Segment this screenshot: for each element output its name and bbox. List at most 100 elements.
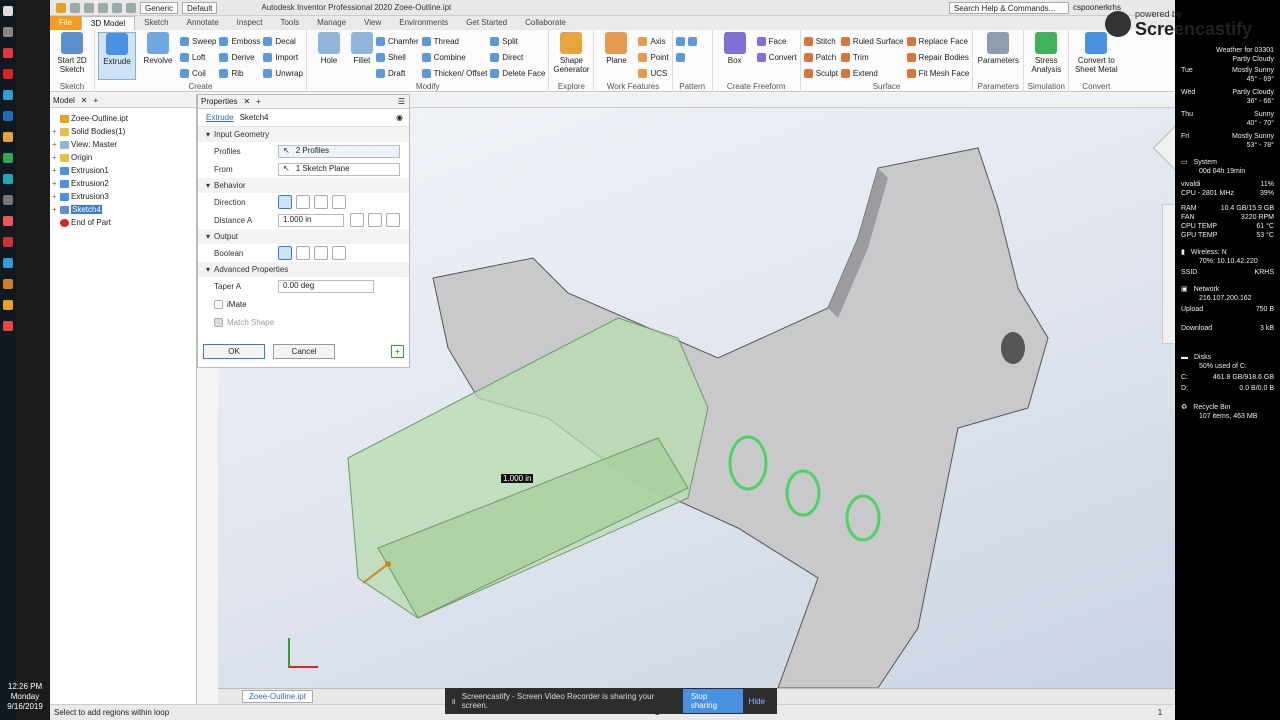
tree-node-solid-bodies[interactable]: + Solid Bodies(1): [52, 125, 196, 138]
tree-node-extrusion3[interactable]: + Extrusion3: [52, 190, 196, 203]
derive-button[interactable]: Derive: [219, 50, 260, 64]
distance-a-input[interactable]: 1.000 in: [278, 213, 344, 227]
help-search-input[interactable]: Search Help & Commands...: [948, 1, 1069, 14]
app-icon[interactable]: [3, 174, 13, 184]
extend-button[interactable]: Extend: [840, 66, 904, 80]
tab-inspect[interactable]: Inspect: [228, 16, 272, 30]
tab-manage[interactable]: Manage: [308, 16, 355, 30]
tab-tools[interactable]: Tools: [271, 16, 308, 30]
loft-button[interactable]: Loft: [180, 50, 216, 64]
add-icon[interactable]: +: [391, 345, 404, 358]
taper-a-input[interactable]: 0.00 deg: [278, 279, 374, 293]
match-shape-checkbox[interactable]: [214, 317, 223, 327]
fit-mesh-face-button[interactable]: Fit Mesh Face: [906, 66, 969, 80]
start-sketch-button[interactable]: Start 2D Sketch: [53, 32, 91, 80]
tab-collaborate[interactable]: Collaborate: [516, 16, 575, 30]
patch-button[interactable]: Patch: [803, 50, 838, 64]
chamfer-button[interactable]: Chamfer: [375, 34, 419, 48]
coil-button[interactable]: Coil: [180, 66, 216, 80]
chrome-icon[interactable]: [3, 321, 13, 331]
properties-tab[interactable]: Properties: [201, 97, 237, 106]
doc-tab-zoee-outline[interactable]: Zoee-Outline.ipt: [242, 690, 313, 703]
app-icon[interactable]: [3, 48, 13, 58]
repair-bodies-button[interactable]: Repair Bodies: [906, 50, 970, 64]
tree-node-extrusion1[interactable]: + Extrusion1: [52, 164, 196, 177]
app-icon[interactable]: [3, 216, 13, 226]
app-icon[interactable]: [3, 258, 13, 268]
circular-pattern-button[interactable]: [675, 50, 697, 64]
join-icon[interactable]: [278, 246, 292, 260]
breadcrumb-extrude-link[interactable]: Extrude: [206, 113, 234, 122]
axis-button[interactable]: Axis: [638, 34, 668, 48]
close-icon[interactable]: ✕: [243, 97, 250, 106]
ok-button[interactable]: OK: [203, 344, 265, 359]
distance-label[interactable]: 1.000 in: [501, 474, 534, 483]
app-icon[interactable]: [3, 132, 13, 142]
eye-icon[interactable]: ◉: [396, 113, 403, 122]
extrude-button[interactable]: Extrude: [98, 32, 136, 80]
ucs-button[interactable]: UCS: [638, 66, 668, 80]
tab-file[interactable]: File: [50, 16, 81, 30]
face-button[interactable]: Face: [756, 34, 797, 48]
plane-button[interactable]: Plane: [597, 32, 635, 80]
tab-environments[interactable]: Environments: [390, 16, 457, 30]
revolve-button[interactable]: Revolve: [139, 32, 177, 80]
tree-node-origin[interactable]: + Origin: [52, 151, 196, 164]
open-icon[interactable]: [84, 2, 94, 13]
tree-node-view[interactable]: + View: Master: [52, 138, 196, 151]
direct-button[interactable]: Direct: [490, 50, 545, 64]
add-tab-icon[interactable]: +: [94, 96, 99, 105]
shape-generator-button[interactable]: Shape Generator: [552, 32, 590, 80]
redo-icon[interactable]: [126, 2, 136, 13]
tab-get-started[interactable]: Get Started: [457, 16, 516, 30]
system-clock[interactable]: 12:26 PM Monday 9/16/2019: [0, 682, 50, 712]
draft-button[interactable]: Draft: [375, 66, 419, 80]
imate-row[interactable]: iMate: [198, 295, 409, 313]
app-icon[interactable]: [3, 153, 13, 163]
menu-icon[interactable]: ☰: [398, 97, 405, 106]
delete-face-button[interactable]: Delete Face: [490, 66, 545, 80]
windows-start-icon[interactable]: [3, 6, 13, 16]
parameters-button[interactable]: Parameters: [976, 32, 1020, 80]
section-advanced-properties[interactable]: ▾ Advanced Properties: [198, 262, 409, 277]
undo-icon[interactable]: [112, 2, 122, 13]
tab-sketch[interactable]: Sketch: [135, 16, 177, 30]
unwrap-button[interactable]: Unwrap: [263, 66, 303, 80]
direction-asymmetric-icon[interactable]: [332, 195, 346, 209]
section-input-geometry[interactable]: ▾ Input Geometry: [198, 127, 409, 142]
direction-default-icon[interactable]: [278, 195, 292, 209]
distance-option-icon[interactable]: [368, 213, 382, 227]
tab-annotate[interactable]: Annotate: [178, 16, 228, 30]
rib-button[interactable]: Rib: [219, 66, 260, 80]
replace-face-button[interactable]: Replace Face: [906, 34, 970, 48]
app-icon[interactable]: [3, 279, 13, 289]
tab-view[interactable]: View: [355, 16, 390, 30]
trim-button[interactable]: Trim: [840, 50, 904, 64]
app-icon[interactable]: [3, 90, 13, 100]
hole-button[interactable]: Hole: [310, 32, 348, 80]
tree-node-part[interactable]: Zoee-Outline.ipt: [52, 112, 196, 125]
sweep-button[interactable]: Sweep: [180, 34, 216, 48]
new-icon[interactable]: [70, 2, 80, 13]
combine-button[interactable]: Combine: [421, 50, 488, 64]
thread-button[interactable]: Thread: [421, 34, 488, 48]
new-solid-icon[interactable]: [332, 246, 346, 260]
sculpt-button[interactable]: Sculpt: [803, 66, 838, 80]
decal-button[interactable]: Decal: [263, 34, 303, 48]
stress-analysis-button[interactable]: Stress Analysis: [1027, 32, 1065, 80]
stop-sharing-button[interactable]: Stop sharing: [682, 689, 743, 713]
browser-tab-model[interactable]: Model: [53, 96, 75, 105]
task-view-icon[interactable]: [3, 27, 13, 37]
tab-3d-model[interactable]: 3D Model: [80, 16, 136, 30]
box-button[interactable]: Box: [716, 32, 754, 80]
inventor-icon[interactable]: [3, 300, 13, 310]
app-menu-icon[interactable]: [56, 2, 66, 13]
split-button[interactable]: Split: [490, 34, 545, 48]
convert-button[interactable]: Convert: [756, 50, 797, 64]
distance-option-icon[interactable]: [386, 213, 400, 227]
tree-node-sketch4[interactable]: + Sketch4: [52, 203, 196, 216]
section-behavior[interactable]: ▾ Behavior: [198, 178, 409, 193]
match-shape-row[interactable]: Match Shape: [198, 313, 409, 331]
cut-icon[interactable]: [296, 246, 310, 260]
from-field[interactable]: ↖ 1 Sketch Plane: [278, 162, 400, 176]
